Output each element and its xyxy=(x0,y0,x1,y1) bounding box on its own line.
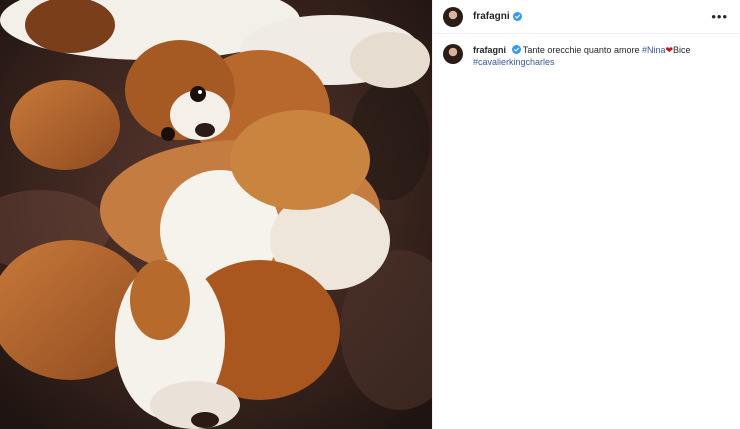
verified-badge-icon xyxy=(512,12,522,21)
more-options-icon[interactable]: ••• xyxy=(711,10,728,23)
caption-username[interactable]: frafagni xyxy=(473,45,506,55)
author-avatar[interactable] xyxy=(443,6,463,27)
verified-badge-icon xyxy=(511,45,521,54)
post-header: frafagni ••• xyxy=(433,0,740,34)
heart-icon: ❤ xyxy=(665,45,674,55)
instagram-post: frafagni ••• frafagni Tante orecchie qua… xyxy=(0,0,740,429)
hashtag-cavalierkingcharles[interactable]: #cavalierkingcharles xyxy=(473,57,555,67)
post-sidebar: frafagni ••• frafagni Tante orecchie qua… xyxy=(432,0,740,429)
caption-text: frafagni Tante orecchie quanto amore #Ni… xyxy=(473,44,723,68)
caption-avatar[interactable] xyxy=(443,44,463,64)
post-caption: frafagni Tante orecchie quanto amore #Ni… xyxy=(433,34,740,68)
caption-name: Bice xyxy=(673,45,691,55)
dogs-photo-illustration xyxy=(0,0,432,429)
post-photo[interactable] xyxy=(0,0,432,429)
hashtag-nina[interactable]: #Nina xyxy=(642,45,666,55)
caption-body: Tante orecchie quanto amore xyxy=(522,45,640,55)
author-username[interactable]: frafagni xyxy=(473,11,510,22)
